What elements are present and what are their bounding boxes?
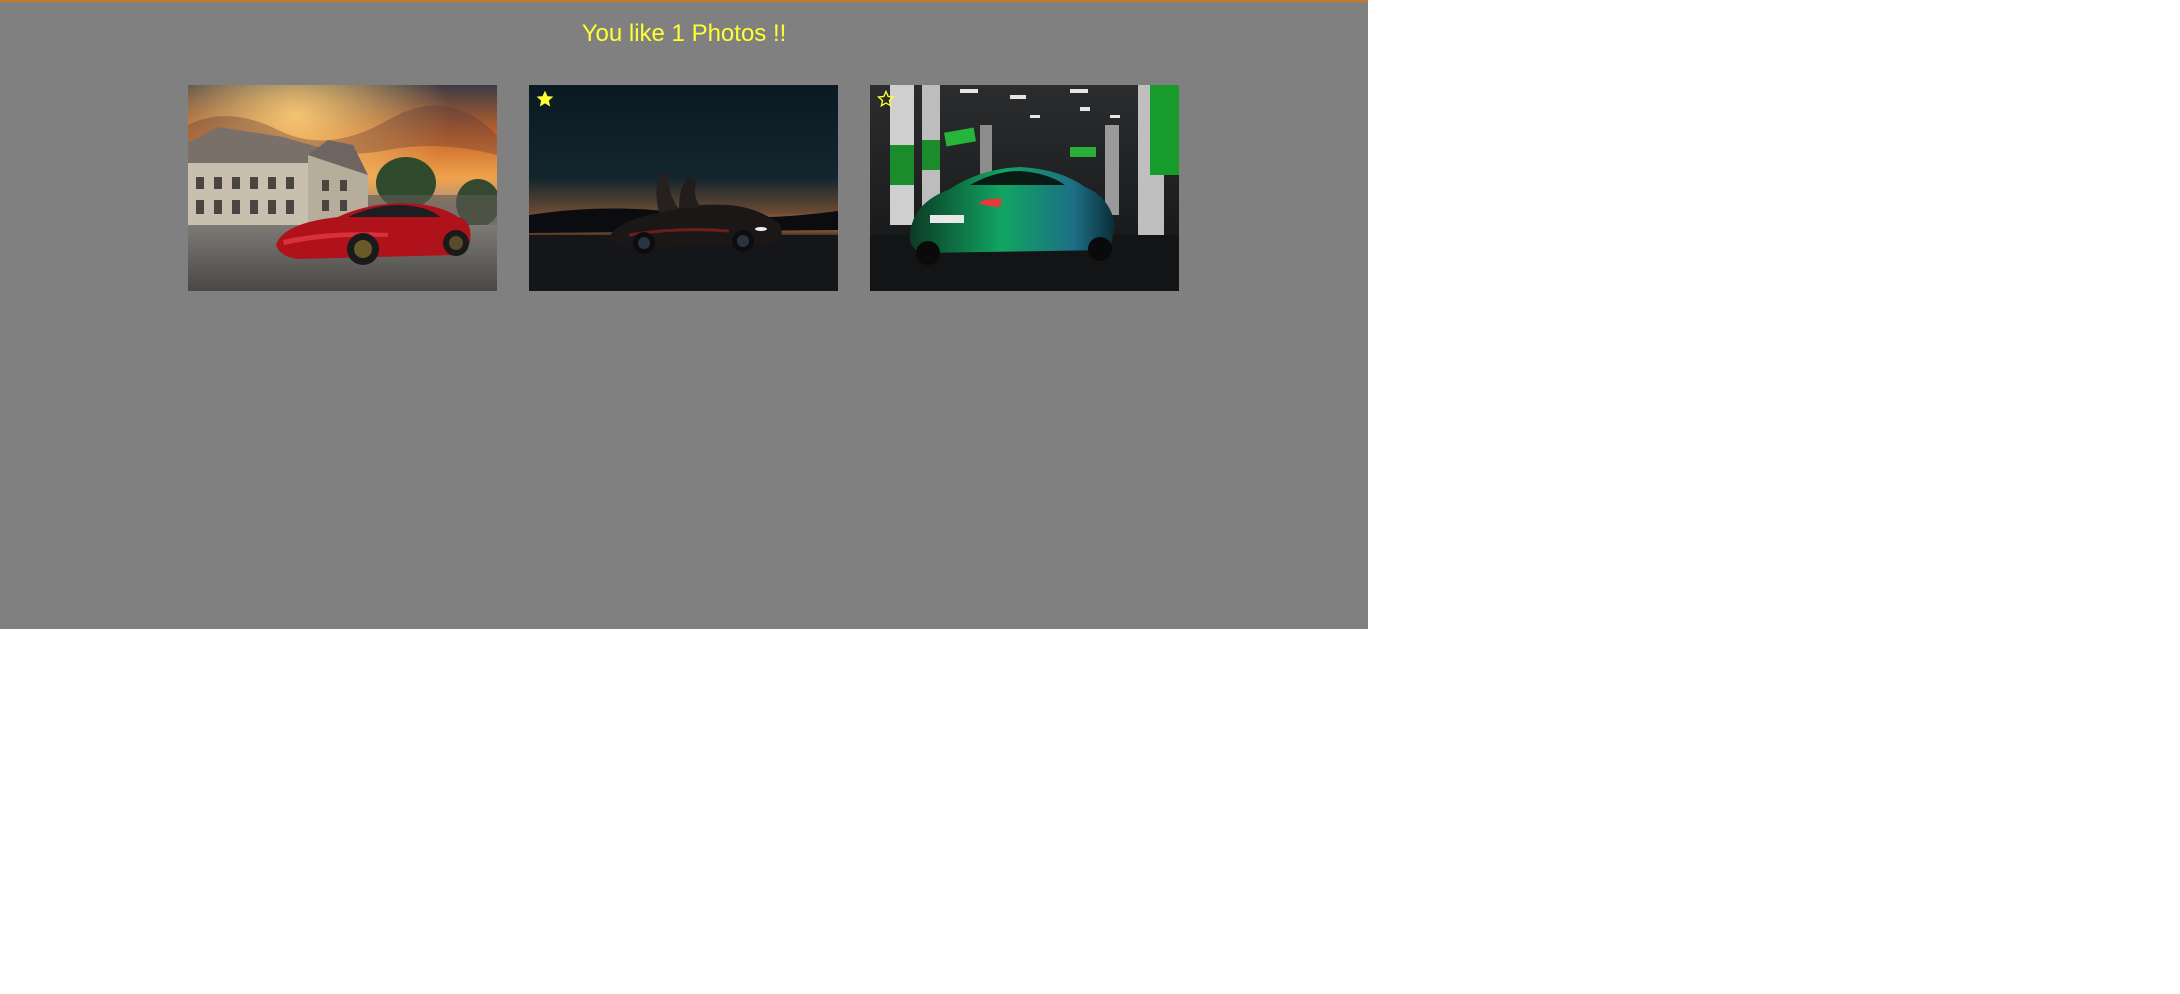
photo-1-image [188,85,497,291]
star-filled-icon[interactable] [536,90,554,108]
photo-card-3[interactable] [870,85,1179,291]
photo-card-1[interactable] [188,85,497,291]
photo-card-2[interactable] [529,85,838,291]
photo-3-image [870,85,1179,291]
star-outline-icon[interactable] [877,90,895,108]
liked-count-title: You like 1 Photos !! [581,20,787,47]
photo-2-image [529,85,838,291]
photo-gallery: You like 1 Photos !! [0,0,1368,629]
